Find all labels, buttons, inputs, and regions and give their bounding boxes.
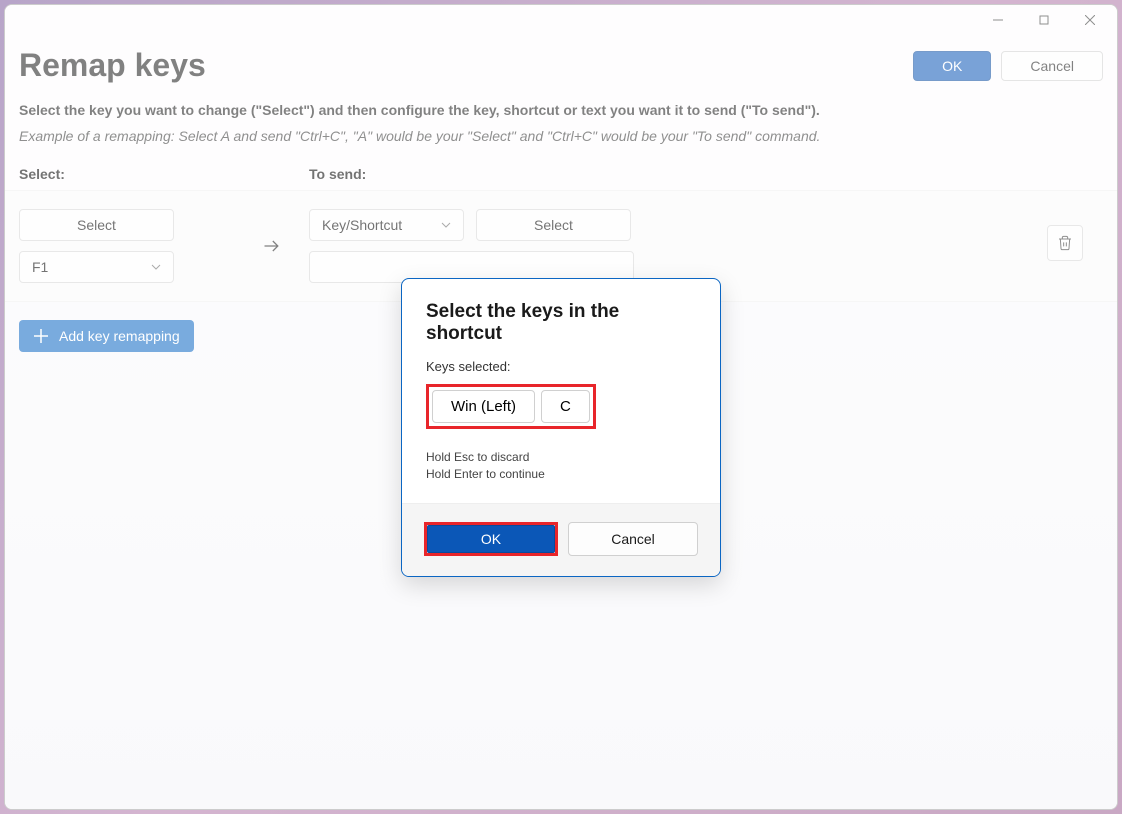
shortcut-dialog: Select the keys in the shortcut Keys sel… [401,278,721,577]
dialog-footer: OK Cancel [402,503,720,576]
key-chip: Win (Left) [432,390,535,423]
dialog-keys-label: Keys selected: [426,359,696,374]
dialog-hint-discard: Hold Esc to discard [426,449,696,466]
key-chip: C [541,390,590,423]
dialog-ok-button[interactable]: OK [427,525,555,553]
app-window: Remap keys OK Cancel Select the key you … [4,4,1118,810]
selected-keys-row: Win (Left) C [426,384,596,429]
modal-overlay: Select the keys in the shortcut Keys sel… [5,5,1117,809]
dialog-hint-continue: Hold Enter to continue [426,466,696,483]
dialog-cancel-button[interactable]: Cancel [568,522,698,556]
dialog-title: Select the keys in the shortcut [426,301,696,345]
